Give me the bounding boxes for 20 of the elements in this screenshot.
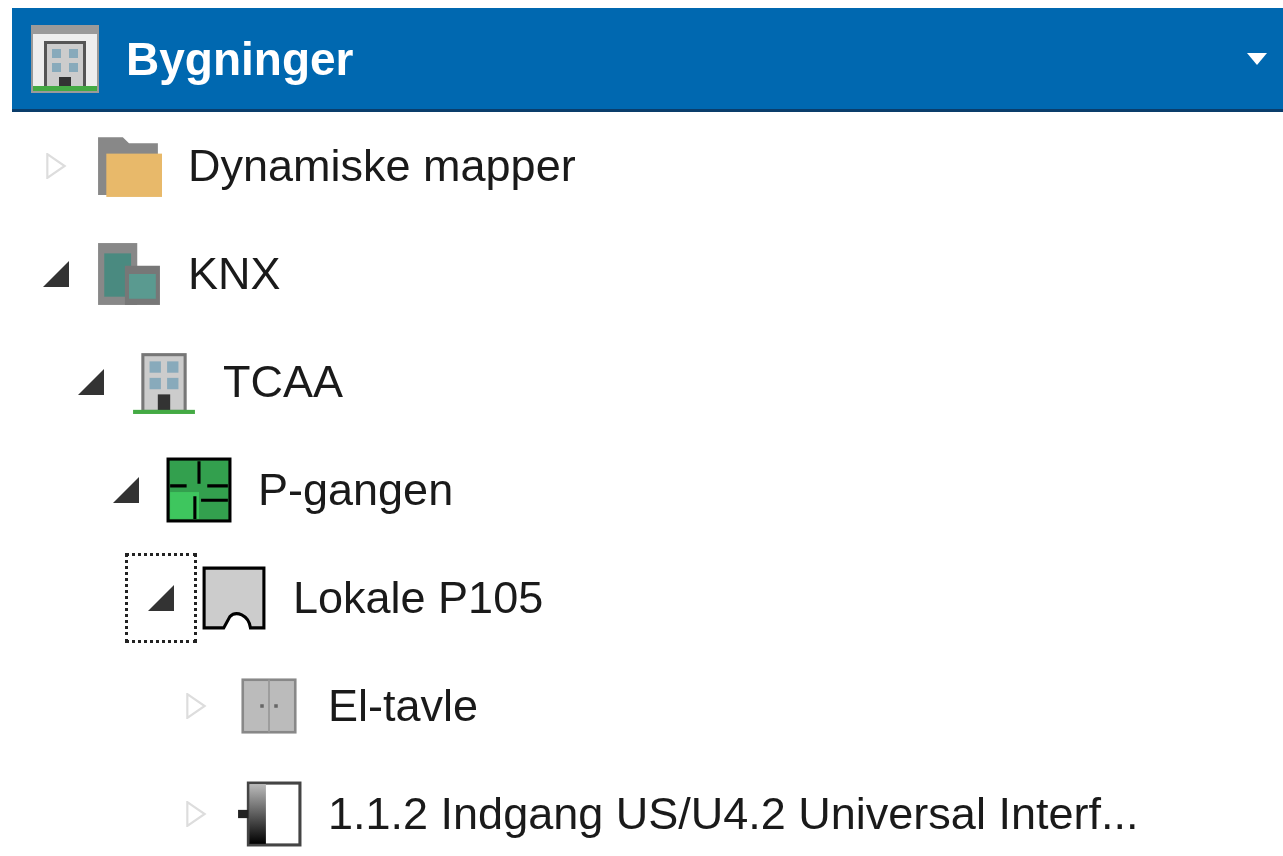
device-icon: [236, 781, 302, 847]
building-icon: [30, 23, 100, 94]
dropdown-icon[interactable]: [1247, 52, 1267, 65]
collapse-arrow-icon[interactable]: [148, 585, 174, 611]
panel-title: Bygninger: [126, 31, 355, 86]
buildings-icon: [96, 241, 162, 307]
tree-item[interactable]: 1.1.2 Indgang US/U4.2 Universal Interf...: [328, 788, 1139, 840]
collapse-arrow-icon[interactable]: [113, 477, 139, 503]
collapse-arrow-icon[interactable]: [43, 261, 69, 287]
floor-plan-icon: [166, 457, 232, 523]
collapse-arrow-icon[interactable]: [78, 369, 104, 395]
tree-item[interactable]: TCAA: [223, 356, 343, 408]
tree-item[interactable]: Dynamiske mapper: [188, 140, 576, 192]
cabinet-icon: [241, 676, 297, 736]
tree-item[interactable]: Lokale P105: [293, 572, 544, 624]
tree-item[interactable]: P-gangen: [258, 464, 454, 516]
tree-item[interactable]: KNX: [188, 248, 281, 300]
room-icon: [201, 565, 267, 631]
focus-box[interactable]: [125, 553, 197, 643]
tree-item[interactable]: El-tavle: [328, 680, 479, 732]
